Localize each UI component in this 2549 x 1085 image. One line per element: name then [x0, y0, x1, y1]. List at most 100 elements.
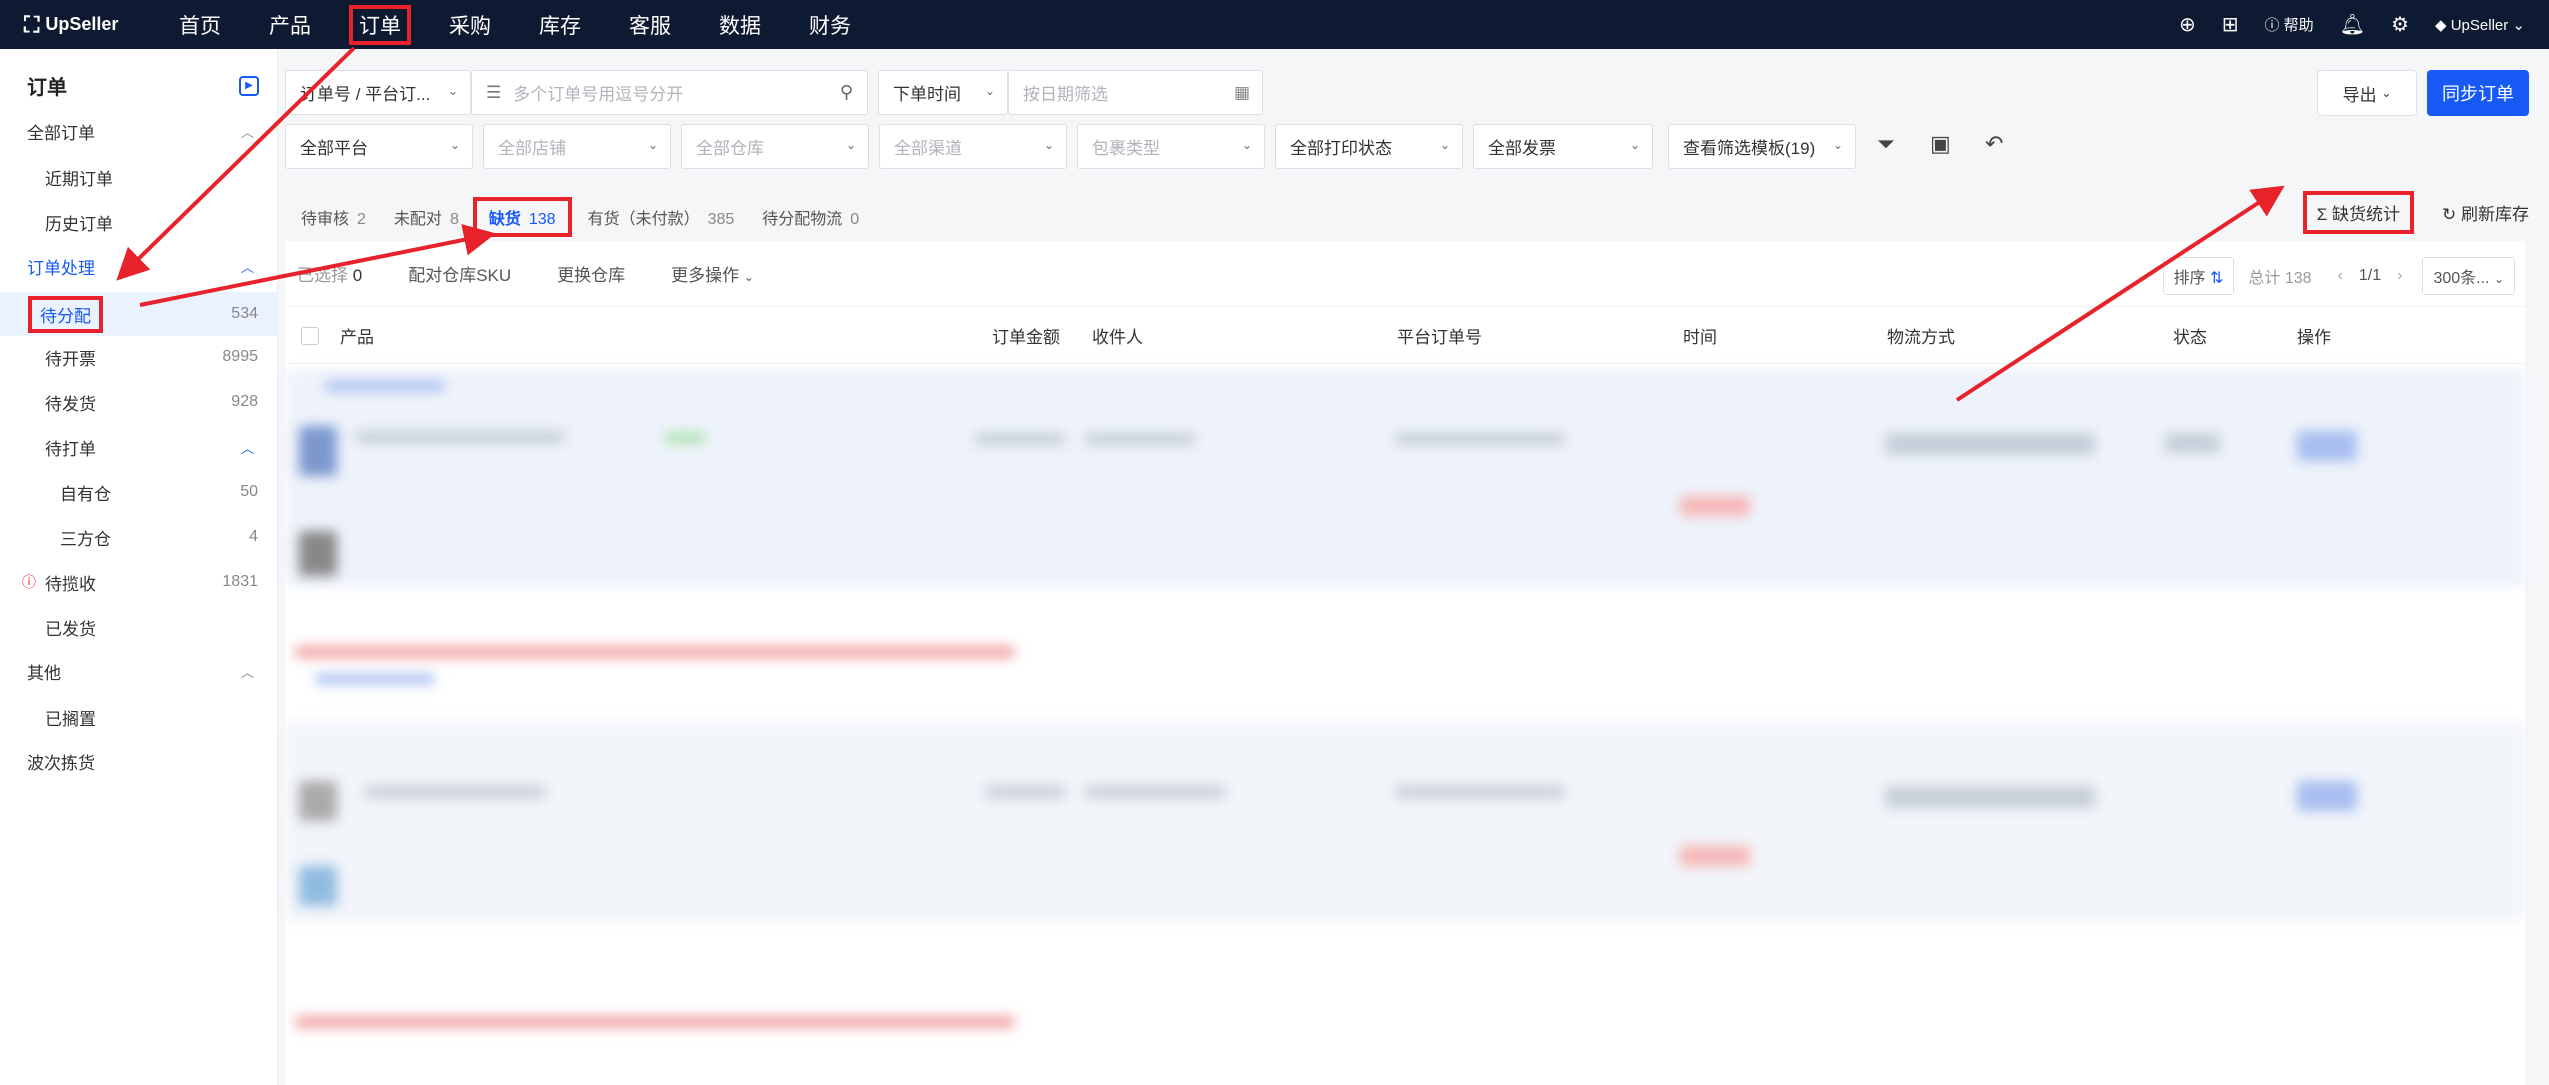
nav-purchase[interactable]: 采购 [449, 10, 491, 40]
prev-page-icon[interactable]: ‹ [2338, 267, 2343, 285]
gear-icon[interactable]: ⚙ [2391, 12, 2409, 37]
chevron-up-icon: ︿ [240, 440, 254, 456]
text-line [975, 433, 1065, 445]
sidebar-item-shipped[interactable]: 已发货 [0, 607, 278, 647]
chevron-up-icon: ︿ [240, 664, 254, 680]
sidebar-group-order-processing[interactable]: 订单处理 ︿ [0, 246, 278, 286]
nav-data[interactable]: 数据 [719, 10, 761, 40]
package-type-select[interactable]: 包裹类型 ⌄ [1077, 124, 1265, 169]
col-time: 时间 [1683, 328, 1717, 347]
order-link [315, 674, 435, 684]
sidebar-item-on-hold[interactable]: 已搁置 [0, 697, 278, 737]
chevron-down-icon: ⌄ [1629, 138, 1640, 152]
status-tabs: 待审核 2 未配对 8 缺货 138 有货（未付款） 385 待分配物流 0 [285, 197, 887, 237]
table-row [285, 369, 2525, 587]
order-search-input[interactable]: ☰ 多个订单号用逗号分开 ⚲ [471, 70, 868, 115]
sidebar-item-recent-orders[interactable]: 近期订单 [0, 157, 278, 197]
nav-products[interactable]: 产品 [269, 10, 311, 40]
sidebar-group-all-orders[interactable]: 全部订单 ︿ [0, 111, 278, 151]
tab-pending-review[interactable]: 待审核 2 [301, 205, 366, 229]
warning-row [295, 1016, 1015, 1028]
chevron-down-icon: ⌄ [1043, 138, 1054, 152]
next-page-icon[interactable]: › [2397, 267, 2402, 285]
help-link[interactable]: ⓘ 帮助 [2265, 14, 2314, 35]
product-thumbnail [299, 866, 337, 906]
col-recipient: 收件人 [1092, 328, 1143, 347]
sidebar-subgroup-to-print[interactable]: 待打单 ︿ [0, 427, 278, 467]
col-status: 状态 [2173, 328, 2207, 347]
col-amount: 订单金额 [992, 328, 1060, 347]
store-select[interactable]: 全部店铺 ⌄ [483, 124, 671, 169]
more-actions-button[interactable]: 更多操作 ⌄ [671, 261, 754, 286]
reset-icon[interactable]: ↶ [1985, 131, 2003, 157]
order-type-select[interactable]: 订单号 / 平台订... ⌄ [285, 70, 471, 115]
sidebar-item-own-warehouse[interactable]: 自有仓 50 [0, 472, 278, 512]
sidebar-group-other[interactable]: 其他 ︿ [0, 651, 278, 691]
calendar-icon: ▦ [1233, 82, 1250, 102]
action-link [2297, 431, 2357, 461]
chevron-down-icon: ⌄ [1439, 138, 1450, 152]
text-line [1885, 433, 2095, 455]
change-warehouse-button[interactable]: 更换仓库 [557, 261, 625, 286]
nav-home[interactable]: 首页 [179, 10, 221, 40]
sidebar-item-to-assign[interactable]: 待分配 534 [0, 292, 278, 336]
globe-icon[interactable]: ⊕ [2179, 12, 2196, 37]
tab-out-of-stock[interactable]: 缺货 138 [472, 197, 572, 237]
sort-button[interactable]: 排序 ⇅ [2162, 257, 2235, 295]
refresh-stock-button[interactable]: ↻ 刷新库存 [2442, 200, 2529, 225]
text-line [985, 786, 1065, 798]
apps-grid-icon[interactable]: ⊞ [2222, 12, 2239, 37]
upseller-logo[interactable]: ⛶ UpSeller [24, 12, 179, 38]
action-link [2297, 781, 2357, 811]
tab-in-stock-unpaid[interactable]: 有货（未付款） 385 [588, 205, 735, 229]
logo-icon: ⛶ [24, 11, 40, 37]
sidebar-item-third-party-warehouse[interactable]: 三方仓 4 [0, 517, 278, 557]
sidebar-item-to-ship[interactable]: 待发货 928 [0, 382, 278, 422]
save-icon[interactable]: ▣ [1930, 131, 1951, 157]
sidebar-item-wave-picking[interactable]: 波次拣货 [0, 741, 278, 781]
warehouse-select[interactable]: 全部仓库 ⌄ [681, 124, 869, 169]
help-icon: ⓘ [2264, 17, 2284, 34]
date-filter-input[interactable]: 按日期筛选 ▦ [1008, 70, 1263, 115]
warning-icon: ⓘ [22, 574, 36, 590]
invoice-select[interactable]: 全部发票 ⌄ [1473, 124, 1653, 169]
shortage-statistics-button[interactable]: Σ 缺货统计 [2302, 191, 2415, 234]
sidebar-title: 订单 [27, 77, 67, 99]
nav-customer-service[interactable]: 客服 [629, 10, 671, 40]
page-size-select[interactable]: 300条... ⌄ [2422, 257, 2515, 295]
match-sku-button[interactable]: 配对仓库SKU [408, 261, 511, 286]
bell-icon[interactable]: 🔔︎ [2340, 12, 2365, 37]
text-line [355, 431, 565, 443]
tab-pending-logistics[interactable]: 待分配物流 0 [762, 205, 859, 229]
platform-select[interactable]: 全部平台 ⌄ [285, 124, 473, 169]
main-content: 订单号 / 平台订... ⌄ ☰ 多个订单号用逗号分开 ⚲ 下单时间 ⌄ 按日期筛选 ▦ … [285, 49, 2549, 1085]
text-line [2165, 433, 2220, 453]
col-platform-order: 平台订单号 [1397, 328, 1482, 347]
tab-unmatched[interactable]: 未配对 8 [394, 205, 459, 229]
export-button[interactable]: 导出 ⌄ [2317, 70, 2417, 116]
col-actions: 操作 [2297, 328, 2331, 347]
search-icon[interactable]: ⚲ [840, 82, 853, 103]
filter-template-select[interactable]: 查看筛选模板(19) ⌄ [1668, 124, 1856, 169]
play-video-icon[interactable]: ▶ [239, 75, 259, 96]
nav-inventory[interactable]: 库存 [539, 10, 581, 40]
filter-icon[interactable]: ⏷ [1877, 131, 1895, 157]
total-count: 总计 138 [2248, 270, 2312, 287]
print-status-select[interactable]: 全部打印状态 ⌄ [1275, 124, 1463, 169]
product-thumbnail [299, 426, 337, 476]
pagination: 排序 ⇅ 总计 138 ‹ 1/1 › 300条... ⌄ [2162, 257, 2515, 295]
sync-orders-button[interactable]: 同步订单 [2427, 70, 2529, 116]
account-menu[interactable]: ◆ UpSeller ⌄ [2435, 16, 2525, 34]
sidebar-item-to-invoice[interactable]: 待开票 8995 [0, 337, 278, 377]
chevron-down-icon: ⌄ [2493, 272, 2504, 286]
channel-select[interactable]: 全部渠道 ⌄ [879, 124, 1067, 169]
sidebar-item-history-orders[interactable]: 历史订单 [0, 202, 278, 242]
nav-finance[interactable]: 财务 [809, 10, 851, 40]
sidebar-item-to-collect[interactable]: ⓘ 待揽收 1831 [0, 562, 278, 602]
time-type-select[interactable]: 下单时间 ⌄ [878, 70, 1008, 115]
text-line [365, 786, 545, 798]
select-all-checkbox[interactable] [301, 327, 319, 345]
nav-orders[interactable]: 订单 [349, 4, 411, 45]
sidebar: 订单 ▶ 全部订单 ︿ 近期订单 历史订单 订单处理 ︿ 待分配 534 待开票 899… [0, 49, 278, 1085]
sort-icon: ⇅ [2209, 270, 2224, 287]
